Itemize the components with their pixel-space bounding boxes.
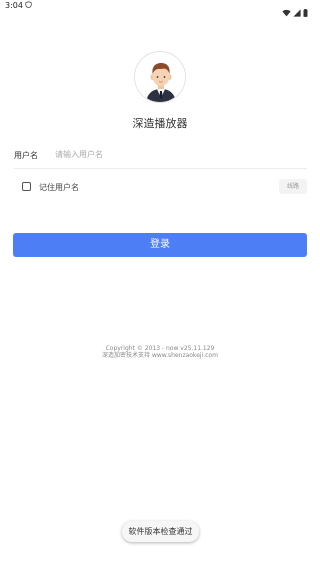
status-time: 3:04 xyxy=(5,1,23,10)
battery-icon xyxy=(303,2,308,21)
status-icons xyxy=(282,2,308,21)
toast-message: 软件版本检查通过 xyxy=(122,521,199,542)
wifi-icon xyxy=(282,2,291,21)
copyright-text: Copyright © 2013 - now v25.11.129 xyxy=(105,345,215,352)
username-input[interactable] xyxy=(55,146,305,162)
remember-username-label[interactable]: 记住用户名 xyxy=(39,182,79,193)
status-bar: 3:04 xyxy=(0,0,320,17)
signal-icon xyxy=(293,2,301,21)
divider xyxy=(14,168,307,169)
support-text: 深造加密技术支持 www.shenzaokeji.com xyxy=(102,352,218,359)
login-button[interactable]: 登录 xyxy=(13,233,307,257)
username-label: 用户名 xyxy=(14,151,38,160)
remember-username-checkbox[interactable] xyxy=(22,182,31,191)
user-avatar-icon xyxy=(134,51,186,103)
footer: Copyright © 2013 - now v25.11.129 深造加密技术… xyxy=(0,345,320,359)
route-button[interactable]: 线路 xyxy=(279,179,307,194)
shield-icon xyxy=(25,1,32,10)
app-title: 深造播放器 xyxy=(132,117,188,130)
